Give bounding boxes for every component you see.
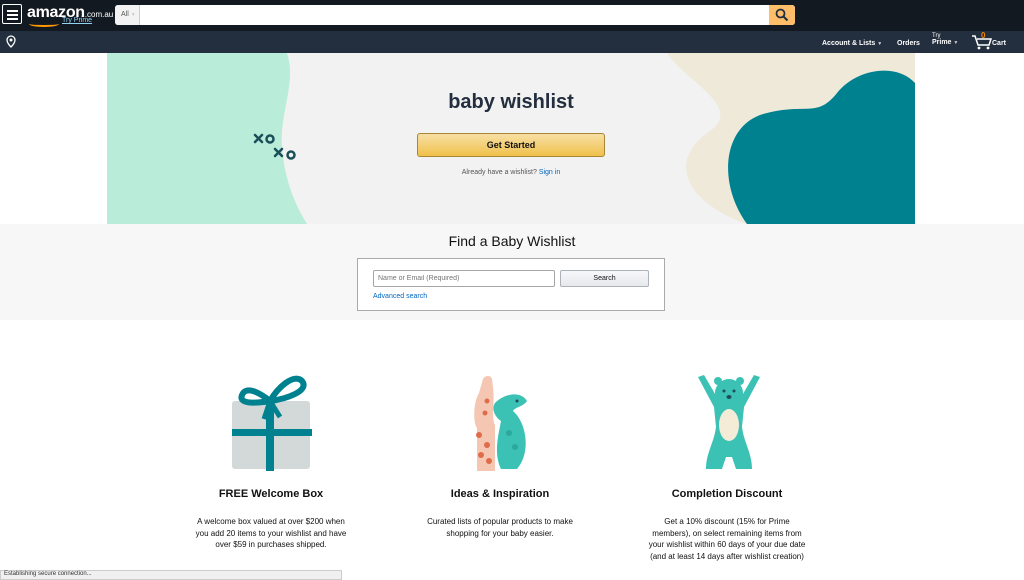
- try-prime-link[interactable]: Try Prime: [62, 17, 92, 24]
- top-nav: amazon.com.au Try Prime All ▼: [0, 0, 1024, 31]
- search-category-label: All: [121, 11, 129, 18]
- feature-welcome-box: FREE Welcome Box A welcome box valued at…: [191, 488, 351, 551]
- search-bar: All ▼: [115, 5, 795, 25]
- search-category-select[interactable]: All ▼: [115, 5, 140, 25]
- secondary-nav: Account & Lists ▼ Orders Try Prime ▼ Cart: [0, 31, 1024, 53]
- xoxo-doodle: [253, 133, 296, 160]
- sign-in-link[interactable]: Sign in: [539, 169, 560, 176]
- already-have-wishlist: Already have a wishlist? Sign in: [107, 169, 915, 176]
- feature-ideas: Ideas & Inspiration Curated lists of pop…: [420, 488, 580, 539]
- bear-icon: [698, 375, 760, 469]
- feature-title: Completion Discount: [671, 488, 783, 500]
- find-wishlist-title: Find a Baby Wishlist: [448, 233, 576, 249]
- feature-text: Curated lists of popular products to mak…: [427, 517, 573, 538]
- search-button[interactable]: [769, 5, 795, 25]
- prime-link[interactable]: Try Prime ▼: [932, 33, 958, 46]
- cart-count: 0: [981, 31, 986, 40]
- amazon-logo[interactable]: amazon.com.au Try Prime: [27, 4, 113, 27]
- hero-title: baby wishlist: [448, 91, 574, 113]
- cart-label[interactable]: Cart: [992, 40, 1006, 47]
- giraffe-kangaroo-icon: [474, 376, 527, 471]
- gift-box-icon: [232, 375, 312, 471]
- account-lists-link[interactable]: Account & Lists ▼: [822, 40, 882, 47]
- feature-text: Get a 10% discount (15% for Prime member…: [648, 517, 806, 561]
- status-bar: Establishing secure connection...: [0, 570, 342, 580]
- already-text: Already have a wishlist?: [461, 169, 537, 176]
- search-icon: [775, 8, 789, 22]
- orders-link[interactable]: Orders: [897, 40, 920, 47]
- menu-icon[interactable]: [2, 4, 22, 24]
- account-lists-label: Account & Lists: [822, 40, 876, 47]
- name-email-input[interactable]: [373, 270, 555, 287]
- feature-title: Ideas & Inspiration: [450, 488, 550, 500]
- advanced-search-link[interactable]: Advanced search: [373, 293, 427, 300]
- feature-completion-discount: Completion Discount Get a 10% discount (…: [647, 488, 807, 562]
- smile-icon: [29, 21, 59, 27]
- location-icon[interactable]: [6, 35, 16, 48]
- prime-label: Prime: [932, 39, 952, 46]
- find-search-button[interactable]: Search: [560, 270, 649, 287]
- find-wishlist-form: Search Advanced search: [357, 258, 665, 311]
- feature-text: A welcome box valued at over $200 when y…: [195, 517, 347, 549]
- feature-title: FREE Welcome Box: [218, 488, 324, 500]
- get-started-button[interactable]: Get Started: [417, 133, 605, 157]
- hero-banner: baby wishlist Get Started Already have a…: [107, 53, 915, 224]
- find-wishlist-section: Find a Baby Wishlist Search Advanced sea…: [0, 224, 1024, 320]
